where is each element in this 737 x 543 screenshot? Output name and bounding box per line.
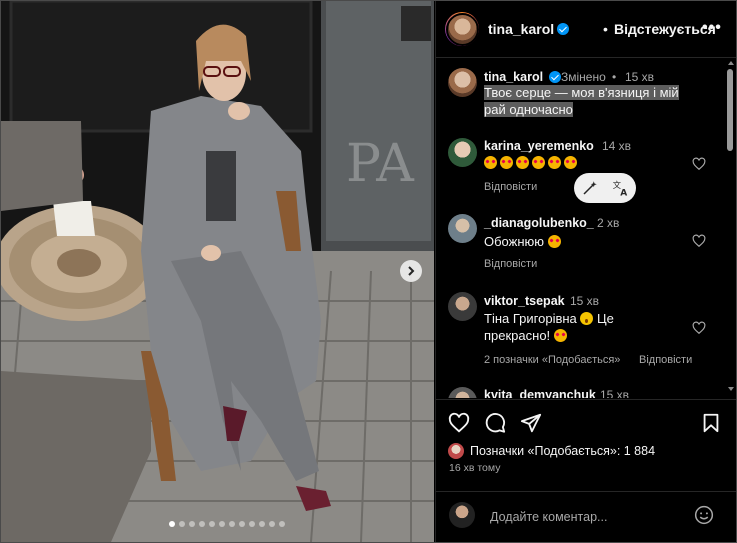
comment-edited-label: Змінено xyxy=(561,70,606,84)
comment-avatar[interactable] xyxy=(448,387,477,398)
next-photo-button[interactable] xyxy=(400,260,422,282)
following-button[interactable]: Відстежується xyxy=(614,21,716,37)
comment-time[interactable]: 15 хв xyxy=(570,294,599,308)
post-image: PA xyxy=(1,1,434,542)
comment-avatar[interactable] xyxy=(448,138,477,167)
reply-button[interactable]: Відповісти xyxy=(484,258,537,270)
liker-avatar xyxy=(448,443,464,459)
astonished-emoji xyxy=(580,312,594,325)
carousel-dot xyxy=(239,521,245,527)
comment-text-line: Твоє серце — моя в'язниця і мій xyxy=(484,85,679,100)
scroll-up-icon[interactable] xyxy=(728,61,734,65)
like-comment-icon[interactable] xyxy=(692,234,706,248)
comment-time[interactable]: 2 хв xyxy=(597,216,619,230)
post-modal: PA tina_karol • Відстежується ••• tina_k… xyxy=(0,0,737,543)
heart-eyes-emoji xyxy=(500,156,513,169)
comment-text-line: Обожнюю xyxy=(484,234,545,249)
share-icon[interactable] xyxy=(520,412,542,434)
save-bookmark-icon[interactable] xyxy=(700,412,722,434)
like-comment-icon[interactable] xyxy=(692,321,706,335)
add-comment-bar xyxy=(436,491,736,542)
heart-eyes-emoji xyxy=(532,156,545,169)
comment-likes-count[interactable]: 2 позначки «Подобається» xyxy=(484,354,620,366)
carousel-dot xyxy=(279,521,285,527)
avatar-image xyxy=(445,12,479,46)
comment-avatar[interactable] xyxy=(448,214,477,243)
comment-username[interactable]: tina_karol xyxy=(484,70,543,84)
carousel-dot xyxy=(259,521,265,527)
comment-time[interactable]: 15 хв xyxy=(625,70,654,84)
translate-icon[interactable]: 文A xyxy=(612,179,630,197)
scroll-down-icon[interactable] xyxy=(728,387,734,391)
comment-text-line: Тіна Григорівна xyxy=(484,311,577,326)
post-time[interactable]: 16 хв тому xyxy=(449,462,500,474)
comment-avatar[interactable] xyxy=(448,292,477,321)
svg-text:A: A xyxy=(620,189,627,198)
comment-avatar[interactable] xyxy=(448,68,477,97)
carousel-dot xyxy=(199,521,205,527)
translate-popup[interactable]: 文A xyxy=(574,173,636,203)
comment-time[interactable]: 15 хв xyxy=(600,388,629,398)
emoji-picker-icon[interactable] xyxy=(694,505,714,525)
likes-count[interactable]: Позначки «Подобається»: 1 884 xyxy=(470,444,655,458)
carousel-dot xyxy=(249,521,255,527)
comment-emojis xyxy=(484,154,580,171)
carousel-dot xyxy=(219,521,225,527)
post-actions: Позначки «Подобається»: 1 884 16 хв тому xyxy=(436,399,736,542)
author-avatar[interactable] xyxy=(445,12,479,46)
more-options-icon[interactable]: ••• xyxy=(702,19,722,37)
comment-username[interactable]: kvita_demyanchuk xyxy=(484,388,596,398)
comment-username[interactable]: viktor_tsepak xyxy=(484,294,565,308)
heart-eyes-emoji xyxy=(548,156,561,169)
magic-wand-icon[interactable] xyxy=(581,179,599,197)
carousel-dot xyxy=(179,521,185,527)
heart-eyes-emoji xyxy=(484,156,497,169)
scrollbar-thumb[interactable] xyxy=(727,69,733,151)
comment-text-line: Це xyxy=(597,311,614,326)
post-header: tina_karol • Відстежується ••• xyxy=(436,1,736,58)
current-user-avatar xyxy=(449,502,475,528)
comment-text: Тіна Григорівна Це прекрасно! xyxy=(484,310,614,344)
carousel-dot xyxy=(189,521,195,527)
add-comment-input[interactable] xyxy=(488,507,692,527)
comment-username[interactable]: _dianagolubenko_ xyxy=(484,216,594,230)
comments-list[interactable]: tina_karol Змінено • 15 хв Твоє серце — … xyxy=(436,58,736,398)
reply-button[interactable]: Відповісти xyxy=(484,181,537,193)
heart-eyes-emoji xyxy=(547,235,561,248)
post-photo[interactable]: PA xyxy=(1,1,434,542)
heart-eyes-emoji xyxy=(564,156,577,169)
post-side-panel: tina_karol • Відстежується ••• tina_karo… xyxy=(435,1,736,542)
comment-text: Твоє серце — моя в'язниця і мій рай одно… xyxy=(484,84,679,118)
likes-summary[interactable]: Позначки «Подобається»: 1 884 xyxy=(448,442,655,460)
like-comment-icon[interactable] xyxy=(692,157,706,171)
carousel-indicator xyxy=(169,521,285,527)
author-username[interactable]: tina_karol xyxy=(488,21,570,37)
like-icon[interactable] xyxy=(448,412,470,434)
comment-text-line: прекрасно! xyxy=(484,328,551,343)
author-username-text[interactable]: tina_karol xyxy=(488,21,554,37)
comment-icon[interactable] xyxy=(484,412,506,434)
comment-dot: • xyxy=(612,70,617,84)
reply-button[interactable]: Відповісти xyxy=(639,354,692,366)
verified-icon xyxy=(557,23,570,35)
heart-eyes-emoji xyxy=(553,329,567,342)
chevron-right-icon xyxy=(408,266,415,276)
carousel-dot xyxy=(229,521,235,527)
comment-username[interactable]: karina_yeremenko xyxy=(484,139,594,153)
comment-text-line: рай одночасно xyxy=(484,102,573,117)
comment-text: Обожнюю xyxy=(484,233,564,250)
heart-eyes-emoji xyxy=(516,156,529,169)
svg-text:PA: PA xyxy=(346,134,415,194)
verified-icon xyxy=(549,71,561,83)
carousel-dot xyxy=(269,521,275,527)
comment-time[interactable]: 14 хв xyxy=(602,139,631,153)
carousel-dot xyxy=(209,521,215,527)
carousel-dot xyxy=(169,521,175,527)
header-separator: • xyxy=(603,21,608,37)
